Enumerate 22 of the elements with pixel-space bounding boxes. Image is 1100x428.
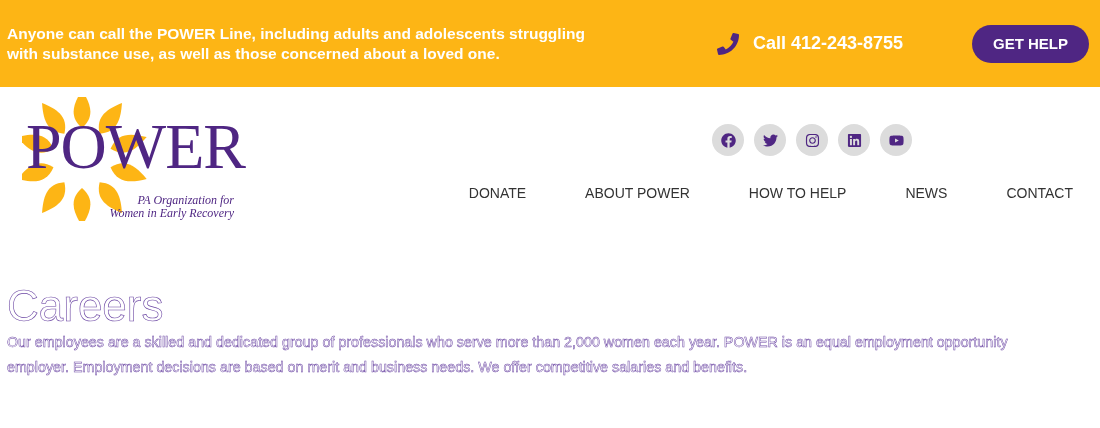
get-help-button[interactable]: GET HELP <box>972 24 1089 63</box>
nav-link[interactable]: ABOUT POWER <box>585 185 690 201</box>
instagram-link[interactable] <box>796 124 828 156</box>
nav-link[interactable]: CONTACT <box>1006 185 1073 201</box>
page-title: Careers <box>7 282 165 330</box>
logo-wordmark: POWER <box>26 115 245 179</box>
facebook-icon <box>720 132 736 148</box>
nav-link[interactable]: DONATE <box>468 185 527 201</box>
logo-tagline: PA Organization for <box>137 193 234 208</box>
instagram-icon <box>804 132 820 148</box>
nav-link[interactable]: NEWS <box>905 185 948 201</box>
twitter-link[interactable] <box>754 124 786 156</box>
youtube-link[interactable] <box>880 124 912 156</box>
facebook-link[interactable] <box>712 124 744 156</box>
nav-link[interactable]: HOW TO HELP <box>748 185 847 201</box>
logo-tagline: Women in Early Recovery <box>109 206 234 221</box>
twitter-icon <box>762 132 778 148</box>
linkedin-icon <box>846 132 862 148</box>
intro-paragraph: Our employees are a skilled and dedicated group of professionals who serve more than 2,000 women each year. POWER is an equal employment opportunity employer. Employment decisions are based on merit and business needs. We offer competitive salaries and benefits. <box>7 333 1009 377</box>
phone-icon <box>717 32 739 55</box>
announcement-text: Anyone can call the POWER Line, including adults and adolescents struggling with substance use, as well as those concerned about a loved one. <box>7 23 586 64</box>
linkedin-link[interactable] <box>838 124 870 156</box>
